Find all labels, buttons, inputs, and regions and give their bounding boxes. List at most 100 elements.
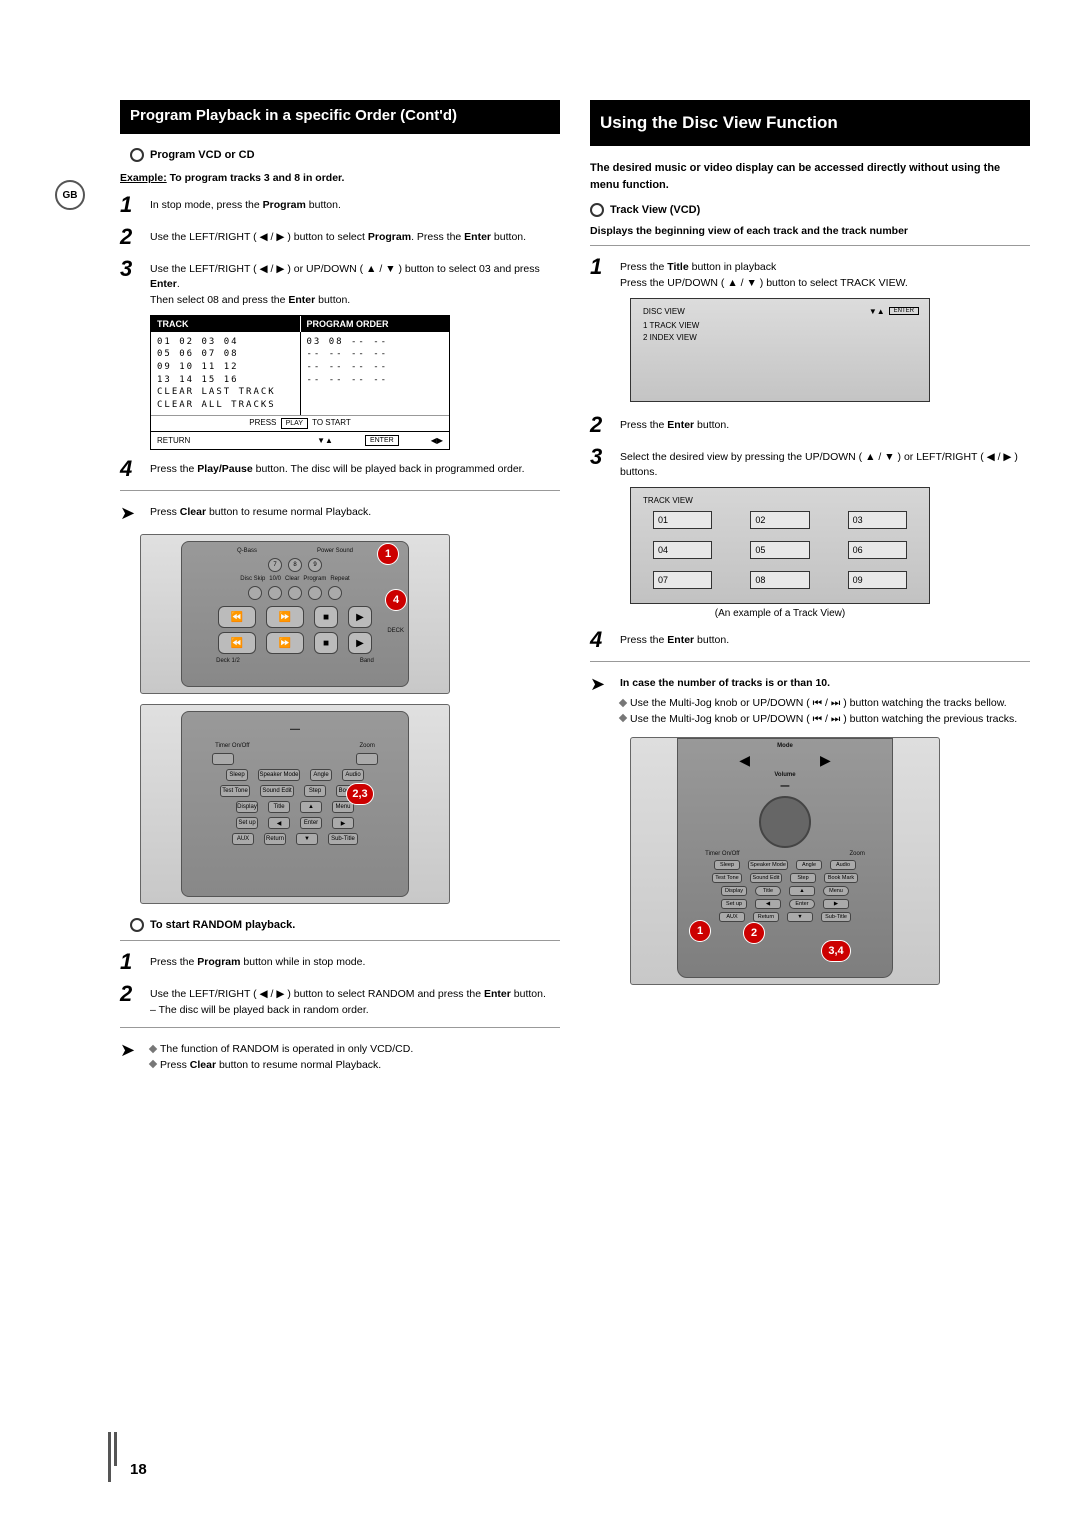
incase-b: Use the Multi-Jog knob or UP/DOWN ( ⏮ / … xyxy=(630,713,1017,725)
step-4-right: 4 Press the Enter button. xyxy=(590,627,1030,653)
subtitle-button: Sub-Title xyxy=(328,833,358,845)
diamond-icon xyxy=(149,1044,157,1052)
speaker-mode-button: Speaker Mode xyxy=(258,769,300,781)
return-label: RETURN xyxy=(157,436,190,445)
display-button: Display xyxy=(236,801,258,813)
enter-box: ENTER xyxy=(889,307,919,315)
section-trackview: Track View (VCD) xyxy=(590,203,1030,217)
diamond-icon xyxy=(619,714,627,722)
title-button: Title xyxy=(755,886,781,896)
remote-illustration-top: Q-Bass Power Sound 7 8 9 Disc Skip 10/0 … xyxy=(140,534,450,694)
divider xyxy=(120,1027,560,1028)
step-text: Press the Play/Pause button. The disc wi… xyxy=(150,456,525,478)
timer-button xyxy=(212,753,234,765)
subtitle-button: Sub-Title xyxy=(821,912,851,922)
up-arrow-button: ▲ xyxy=(789,886,815,896)
track-cell: 09 xyxy=(848,571,907,589)
track-cell: 06 xyxy=(848,541,907,559)
section-random: To start RANDOM playback. xyxy=(130,918,560,932)
menu-button: Menu xyxy=(823,886,849,896)
deck-label: DECK xyxy=(387,628,404,634)
track-cell: 08 xyxy=(750,571,809,589)
right-intro: The desired music or video display can b… xyxy=(590,160,1030,193)
leftright-arrows-icon: ◀▶ xyxy=(431,436,443,445)
rew2-button: ⏪ xyxy=(218,632,256,654)
title-button: Title xyxy=(268,801,290,813)
step-button: Step xyxy=(304,785,326,797)
step-button: Step xyxy=(790,873,816,883)
zoom-label: Zoom xyxy=(360,743,375,749)
return-button: Return xyxy=(264,833,286,845)
remote-illustration-bottom: – Timer On/Off Zoom Sleep Speaker Mode A… xyxy=(140,704,450,904)
step-number: 1 xyxy=(120,949,140,975)
zoom-label: Zoom xyxy=(850,851,865,857)
note-random: ➤ The function of RANDOM is operated in … xyxy=(120,1038,560,1074)
down-arrow-button: ▼ xyxy=(296,833,318,845)
step-1-right: 1 Press the Title button in playbackPres… xyxy=(590,254,1030,292)
timer-label: Timer On/Off xyxy=(705,851,739,857)
to-start-label: TO START xyxy=(312,418,351,427)
program-button xyxy=(308,586,322,600)
soundedit-button: Sound Edit xyxy=(260,785,294,797)
display-button: Display xyxy=(721,886,747,896)
up-arrow-button: ▲ xyxy=(300,801,322,813)
trackview-title: Track View (VCD) xyxy=(610,204,700,216)
note-text: The function of RANDOM is operated in on… xyxy=(150,1038,413,1074)
angle-button: Angle xyxy=(796,860,822,870)
volume-dial xyxy=(759,796,811,848)
clear-label: Clear xyxy=(285,576,299,582)
ffwd2-button: ⏩ xyxy=(266,632,304,654)
callout-34: 3,4 xyxy=(821,940,851,962)
step-row: 1 Press the Program button while in stop… xyxy=(120,949,560,975)
speaker-mode-button: Speaker Mode xyxy=(748,860,788,870)
bullet-circle-icon xyxy=(130,918,144,932)
divider xyxy=(590,245,1030,246)
step-text: Press the Title button in playbackPress … xyxy=(620,254,908,292)
incase-title: In case the number of tracks is or than … xyxy=(620,676,1017,692)
diamond-icon xyxy=(619,698,627,706)
step-text: In stop mode, press the Program button. xyxy=(150,192,341,214)
track-program-table: TRACK PROGRAM ORDER 01 02 03 0405 06 07 … xyxy=(150,315,450,451)
track-cell: 05 xyxy=(750,541,809,559)
step-number: 1 xyxy=(120,192,140,218)
bookmark-button: Book Mark xyxy=(824,873,858,883)
timer-label: Timer On/Off xyxy=(215,743,249,749)
step-number: 4 xyxy=(120,456,140,482)
remote-illustration-right: Mode ◀▶ Volume – Timer On/Off Zoom Sleep… xyxy=(630,737,940,985)
left-column: Program Playback in a specific Order (Co… xyxy=(120,100,560,1083)
step-number: 4 xyxy=(590,627,610,653)
sleep-button: Sleep xyxy=(714,860,740,870)
ten0-button xyxy=(268,586,282,600)
band-label: Band xyxy=(360,658,374,664)
track-header-right: PROGRAM ORDER xyxy=(301,316,450,332)
step-number: 2 xyxy=(120,981,140,1007)
repeat-button xyxy=(328,586,342,600)
tv-caption: (An example of a Track View) xyxy=(630,608,930,619)
discskip-button xyxy=(248,586,262,600)
enter-button: Enter xyxy=(300,817,322,829)
step-text: Select the desired view by pressing the … xyxy=(620,444,1030,482)
track-view-screen: TRACK VIEW 010203040506070809 xyxy=(630,487,930,604)
language-badge: GB xyxy=(55,180,85,210)
step-row: 2 Use the LEFT/RIGHT ( ◀ / ▶ ) button to… xyxy=(120,224,560,250)
step-text: Press the Program button while in stop m… xyxy=(150,949,365,971)
right-header: Using the Disc View Function xyxy=(590,100,1030,146)
section-program-vcd: Program VCD or CD xyxy=(130,148,560,162)
step-text: Use the LEFT/RIGHT ( ◀ / ▶ ) button to s… xyxy=(150,981,546,1019)
example-line: Example: To program tracks 3 and 8 in or… xyxy=(120,172,560,184)
step-row: 2 Use the LEFT/RIGHT ( ◀ / ▶ ) button to… xyxy=(120,981,560,1019)
note-arrow-icon: ➤ xyxy=(590,672,610,727)
clear-button xyxy=(288,586,302,600)
right-arrow-button: ▶ xyxy=(332,817,354,829)
step-number: 1 xyxy=(590,254,610,280)
repeat-label: Repeat xyxy=(330,576,349,582)
num-8-button: 8 xyxy=(288,558,302,572)
num-9-button: 9 xyxy=(308,558,322,572)
audio-button: Audio xyxy=(830,860,856,870)
step-text: Use the LEFT/RIGHT ( ◀ / ▶ ) or UP/DOWN … xyxy=(150,256,560,309)
disc-view-screen: DISC VIEW 1 TRACK VIEW2 INDEX VIEW ▼▲ EN… xyxy=(630,298,930,402)
divider xyxy=(120,940,560,941)
qbass-label: Q-Bass xyxy=(237,548,257,554)
left-arrow-button: ◀ xyxy=(755,899,781,909)
testtone-button: Test Tone xyxy=(220,785,250,797)
